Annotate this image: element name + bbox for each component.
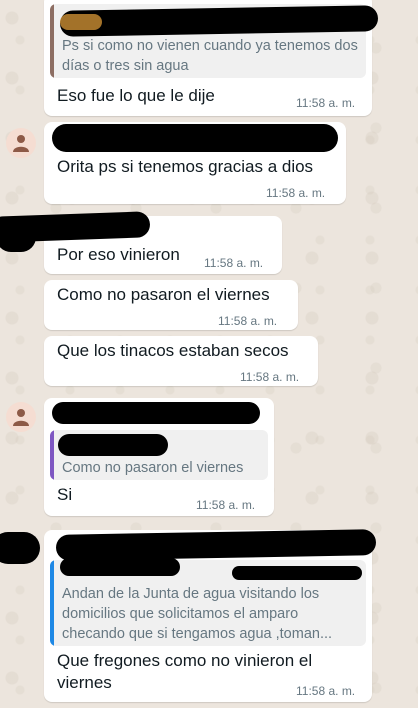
message-time: 11:58 a. m. — [296, 684, 356, 698]
message-text: Orita ps si tenemos gracias a dios — [57, 157, 314, 176]
redacted-name — [58, 434, 168, 456]
redacted-name — [60, 558, 180, 576]
redacted-name — [59, 5, 379, 37]
message-text: Eso fue lo que le dije — [57, 86, 215, 105]
redacted-name — [232, 566, 362, 580]
redacted-name — [0, 222, 36, 252]
quote-bar — [50, 4, 54, 78]
message-time: 11:58 a. m. — [196, 498, 256, 512]
user-icon — [13, 409, 29, 426]
message-text: Como no pasaron el viernes — [57, 285, 270, 304]
avatar[interactable] — [6, 128, 36, 158]
quoted-message-text: Ps si como no vienen cuando ya tenemos d… — [62, 38, 358, 74]
message-bubble[interactable]: Que los tinacos estaban secos 11:58 a. m… — [44, 336, 318, 386]
quoted-message-text: Como no pasaron el viernes — [62, 460, 244, 476]
user-icon — [13, 135, 29, 152]
message-time: 11:58 a. m. — [218, 314, 278, 328]
quoted-message-text: Andan de la Junta de agua visitando los … — [62, 586, 333, 642]
redacted-name — [52, 402, 260, 424]
message-text: Por eso vinieron — [57, 245, 180, 264]
redacted-name — [0, 532, 40, 564]
redacted-emoji — [60, 14, 102, 30]
message-time: 11:58 a. m. — [266, 186, 326, 200]
redacted-name — [52, 124, 338, 152]
message-time: 11:58 a. m. — [204, 256, 264, 270]
message-time: 11:58 a. m. — [296, 96, 356, 110]
message-text: Si — [57, 485, 73, 504]
quote-bar — [50, 430, 54, 480]
message-text: Que los tinacos estaban secos — [57, 341, 289, 360]
quote-bar — [50, 560, 54, 646]
avatar[interactable] — [6, 402, 36, 432]
message-time: 11:58 a. m. — [240, 370, 300, 384]
message-bubble[interactable]: Como no pasaron el viernes 11:58 a. m. — [44, 280, 298, 330]
